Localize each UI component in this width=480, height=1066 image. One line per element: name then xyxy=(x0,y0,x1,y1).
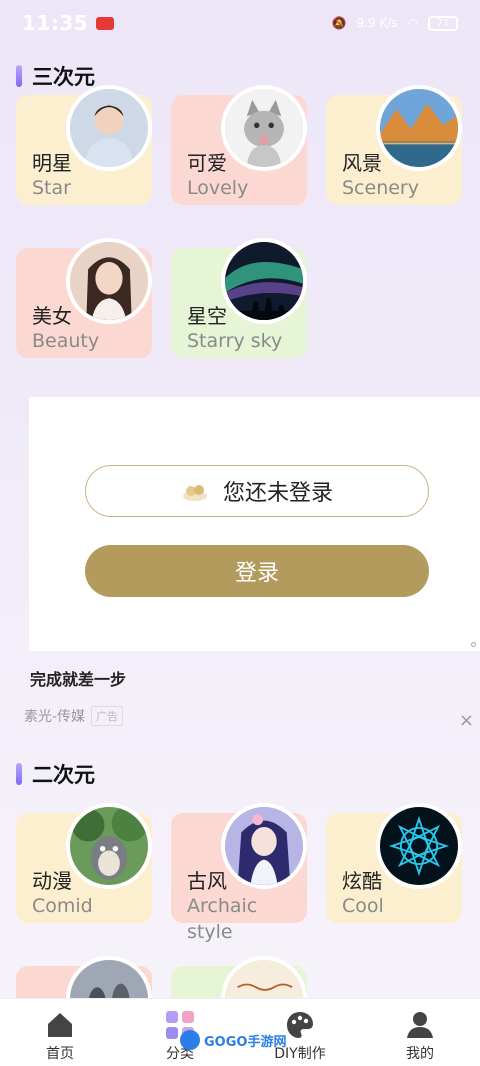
card-title: 明星 xyxy=(32,151,72,175)
battery-icon: 71 xyxy=(428,15,458,31)
section-title-text: 三次元 xyxy=(32,65,95,89)
category-card-archaic[interactable]: 古风 Archaic style xyxy=(171,803,307,943)
card-title: 动漫 xyxy=(32,869,72,893)
card-title: 星空 xyxy=(187,304,227,328)
net-speed: 9.9 K/s xyxy=(356,16,398,30)
anime-girl-image xyxy=(221,803,307,889)
card-subtitle: Comid xyxy=(32,895,93,917)
kitten-image xyxy=(221,85,307,171)
anime-forest-image xyxy=(66,803,152,889)
ad-tag: 广告 xyxy=(91,706,124,726)
ad-source-row: 素光-传媒 广告 xyxy=(24,706,124,726)
status-time: 11:35 xyxy=(22,11,89,35)
ad-caption: 完成就差一步 xyxy=(30,670,127,689)
mute-icon: 🔕 xyxy=(331,16,347,30)
section-title-2d: 二次元 xyxy=(16,759,95,789)
card-subtitle: Cool xyxy=(342,895,384,917)
tab-mine[interactable]: 我的 xyxy=(360,999,480,1066)
card-subtitle: Starry sky xyxy=(187,330,283,352)
mountain-lake-image xyxy=(376,85,462,171)
status-bar: 11:35 🔕 9.9 K/s ◠ 71 xyxy=(0,0,480,46)
portrait-woman-image xyxy=(66,238,152,324)
notification-app-icon xyxy=(96,16,115,30)
category-card-lovely[interactable]: 可爱 Lovely xyxy=(171,85,307,205)
profile-icon xyxy=(407,1012,433,1038)
card-subtitle: Beauty xyxy=(32,330,100,352)
ad-indicator xyxy=(471,642,476,647)
watermark-text: GOGO手游网 xyxy=(204,1034,287,1050)
section-title-text: 二次元 xyxy=(32,763,95,787)
coin-icon xyxy=(182,485,207,501)
watermark-icon xyxy=(180,1030,200,1050)
portrait-man-image xyxy=(66,85,152,171)
status-indicators: 🔕 9.9 K/s ◠ 71 xyxy=(331,15,458,31)
aurora-sky-image xyxy=(221,238,307,324)
tab-label: 首页 xyxy=(46,1046,74,1062)
card-title: 美女 xyxy=(32,304,72,328)
category-card-starry-sky[interactable]: 星空 Starry sky xyxy=(171,238,307,358)
card-subtitle: Archaic style xyxy=(187,895,258,943)
ad-banner[interactable]: 您还未登录 登录 xyxy=(29,397,480,651)
card-title: 古风 xyxy=(187,869,227,893)
section-title-3d: 三次元 xyxy=(16,61,95,91)
card-title: 风景 xyxy=(342,151,382,175)
login-status-text: 您还未登录 xyxy=(222,481,333,506)
category-card-star[interactable]: 明星 Star xyxy=(16,85,152,205)
wifi-icon: ◠ xyxy=(407,16,418,30)
card-subtitle: Star xyxy=(32,177,71,199)
login-button[interactable]: 登录 xyxy=(85,545,429,597)
category-card-beauty[interactable]: 美女 Beauty xyxy=(16,238,152,358)
category-card-comic[interactable]: 动漫 Comid xyxy=(16,803,152,923)
card-subtitle: Lovely xyxy=(187,177,249,199)
palette-icon xyxy=(287,1012,313,1038)
tab-label: 我的 xyxy=(406,1046,434,1062)
ad-close-icon[interactable]: × xyxy=(459,710,474,731)
card-title: 炫酷 xyxy=(342,869,382,893)
login-status-pill[interactable]: 您还未登录 xyxy=(85,465,429,517)
neon-mandala-image xyxy=(376,803,462,889)
watermark-logo: GOGO手游网 xyxy=(180,1030,286,1050)
card-subtitle: Scenery xyxy=(342,177,419,199)
category-card-cool[interactable]: 炫酷 Cool xyxy=(326,803,462,923)
home-icon xyxy=(48,1013,72,1037)
category-card-scenery[interactable]: 风景 Scenery xyxy=(326,85,462,205)
section-accent-bar xyxy=(16,763,22,785)
tab-home[interactable]: 首页 xyxy=(0,999,120,1066)
card-title: 可爱 xyxy=(187,151,227,175)
ad-source: 素光-传媒 xyxy=(24,709,86,725)
section-accent-bar xyxy=(16,65,22,87)
